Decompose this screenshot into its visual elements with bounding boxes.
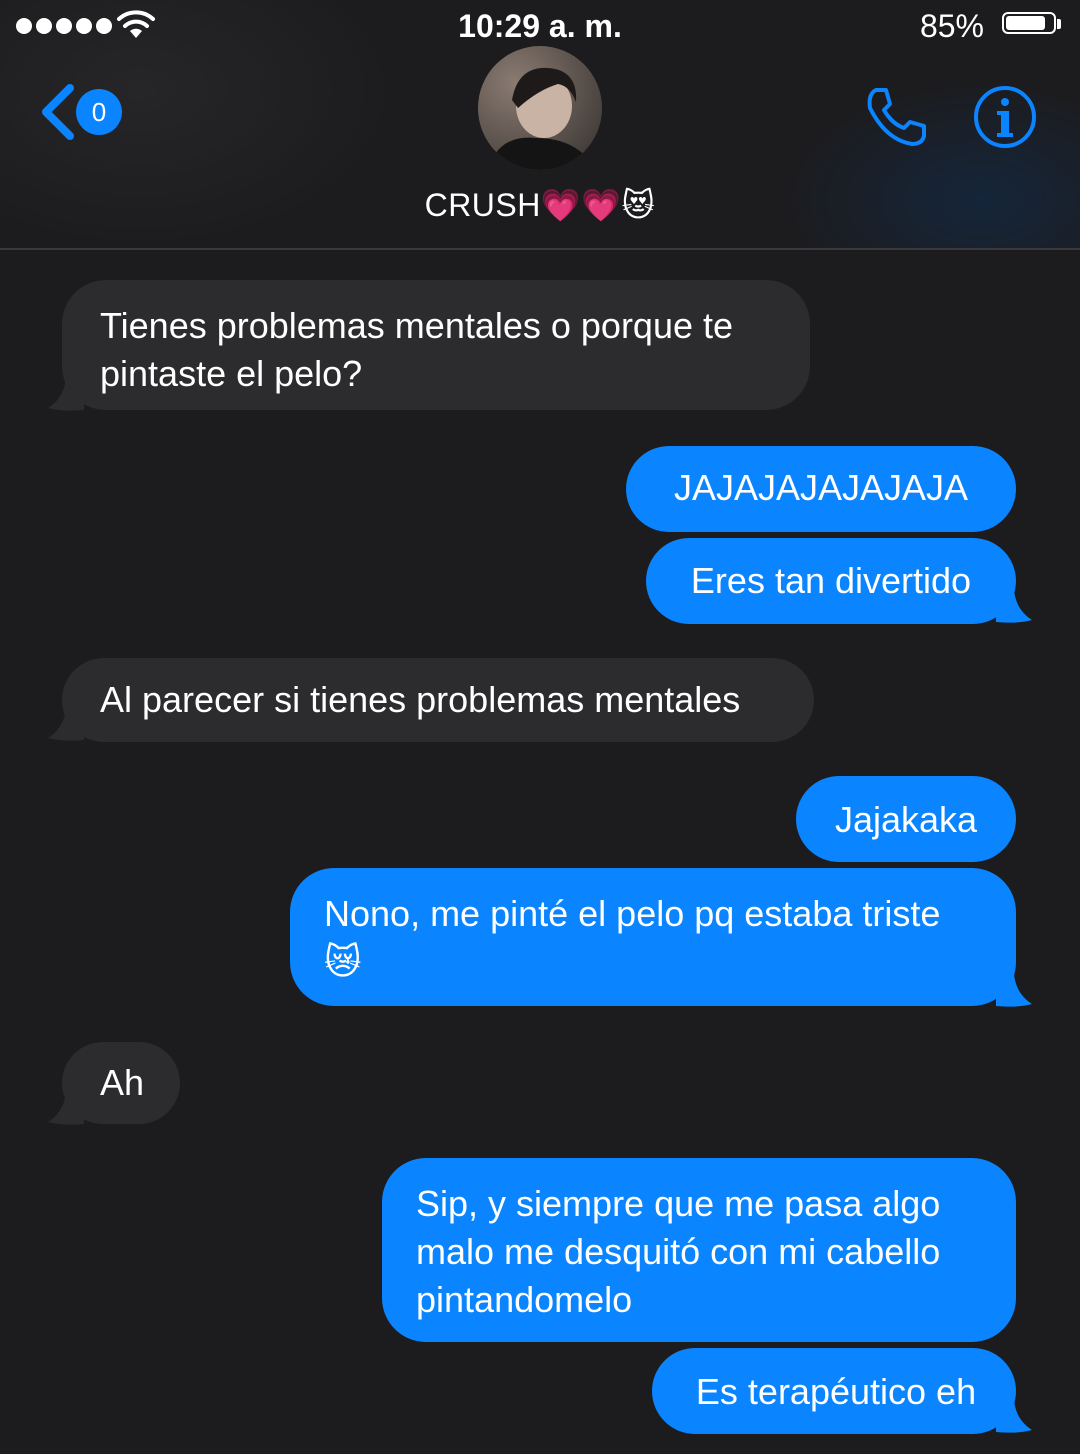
back-button[interactable]: 0 — [38, 82, 138, 142]
bubble-tail — [48, 378, 84, 411]
bubble-tail — [996, 590, 1032, 623]
message-bubble-incoming[interactable]: Al parecer si tienes problemas mentales — [62, 658, 814, 742]
message-bubble-outgoing[interactable]: JAJAJAJAJAJAJA — [626, 446, 1016, 532]
message-bubble-outgoing[interactable]: Jajakaka — [796, 776, 1016, 862]
message-text: JAJAJAJAJAJAJA — [673, 467, 969, 508]
battery-tip — [1057, 19, 1061, 29]
message-bubble-outgoing[interactable]: Nono, me pinté el pelo pq estaba triste … — [290, 868, 1016, 1006]
message-bubble-incoming[interactable]: Tienes problemas mentales o porque te pi… — [62, 280, 810, 410]
message-bubble-outgoing[interactable]: Es terapéutico eh — [652, 1348, 1016, 1434]
message-text: Eres tan divertido — [690, 560, 972, 601]
message-bubble-outgoing[interactable]: Eres tan divertido — [646, 538, 1016, 624]
battery-icon — [1002, 12, 1056, 34]
message-text: Jajakaka — [834, 799, 978, 840]
battery-level-fill — [1006, 16, 1045, 30]
unread-count-badge: 0 — [76, 89, 122, 135]
bubble-tail — [996, 1400, 1032, 1433]
message-text: Sip, y siempre que me pasa algo malo me … — [416, 1183, 941, 1320]
info-icon[interactable] — [972, 84, 1038, 150]
contact-avatar[interactable] — [478, 46, 602, 170]
message-text: Ah — [100, 1062, 145, 1103]
contact-name[interactable]: CRUSH💗💗😻 — [0, 186, 1080, 224]
message-bubble-outgoing[interactable]: Sip, y siempre que me pasa algo malo me … — [382, 1158, 1016, 1342]
status-time: 10:29 a. m. — [458, 8, 622, 44]
conversation-header: 10:29 a. m. 85% 0 CRUSH💗💗😻 — [0, 0, 1080, 250]
bubble-tail — [48, 708, 84, 741]
bubble-tail — [996, 974, 1032, 1007]
phone-icon[interactable] — [862, 84, 928, 150]
message-text: Al parecer si tienes problemas mentales — [100, 679, 741, 720]
message-text: Es terapéutico eh — [695, 1371, 977, 1412]
bubble-tail — [48, 1092, 84, 1125]
message-text: Tienes problemas mentales o porque te pi… — [100, 305, 734, 394]
message-text: Nono, me pinté el pelo pq estaba triste … — [324, 893, 941, 982]
chevron-left-icon — [42, 84, 74, 140]
battery-percentage: 85% — [919, 8, 984, 44]
messages-screen: 10:29 a. m. 85% 0 CRUSH💗💗😻 Tienes proble… — [0, 0, 1080, 1454]
avatar-photo — [478, 46, 602, 170]
